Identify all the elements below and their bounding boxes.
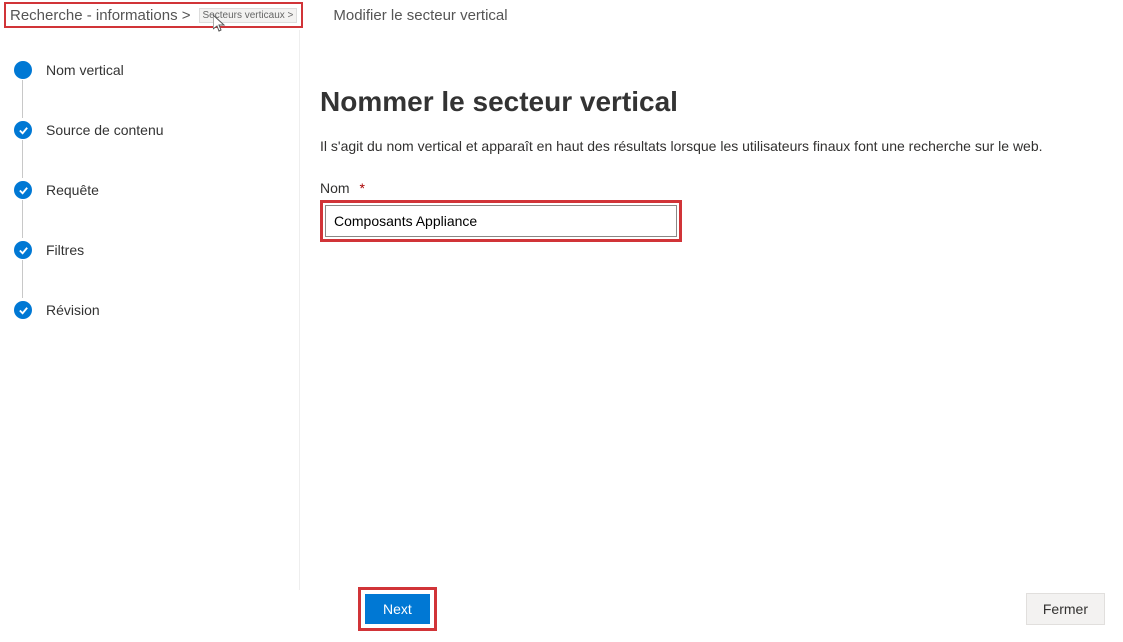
content-description: Il s'agit du nom vertical et apparaît en… — [320, 138, 1103, 154]
step-connector — [22, 140, 23, 178]
step-dot-current-icon — [14, 61, 32, 79]
required-marker: * — [359, 180, 364, 196]
next-button-highlight: Next — [358, 587, 437, 631]
step-connector — [22, 80, 23, 118]
name-input[interactable] — [325, 205, 677, 237]
footer: Next Fermer — [0, 580, 1123, 636]
step-filtres[interactable]: Filtres — [14, 238, 285, 262]
step-nom-vertical[interactable]: Nom vertical — [14, 58, 285, 82]
step-dot-check-icon — [14, 181, 32, 199]
page-title: Modifier le secteur vertical — [333, 7, 507, 24]
breadcrumb: Recherche - informations > Secteurs vert… — [0, 0, 1123, 30]
wizard-steps: Nom vertical Source de contenu Requête F… — [0, 30, 300, 590]
step-source-contenu[interactable]: Source de contenu — [14, 118, 285, 142]
step-dot-check-icon — [14, 301, 32, 319]
step-connector — [22, 200, 23, 238]
step-revision[interactable]: Révision — [14, 298, 285, 322]
content-panel: Nommer le secteur vertical Il s'agit du … — [300, 30, 1123, 590]
step-label: Filtres — [46, 242, 84, 258]
step-label: Source de contenu — [46, 122, 164, 138]
step-label: Nom vertical — [46, 62, 124, 78]
step-label: Requête — [46, 182, 99, 198]
step-connector — [22, 260, 23, 298]
close-button[interactable]: Fermer — [1026, 593, 1105, 625]
breadcrumb-item-search-info[interactable]: Recherche - informations > — [10, 7, 191, 24]
step-requete[interactable]: Requête — [14, 178, 285, 202]
step-label: Révision — [46, 302, 100, 318]
step-dot-check-icon — [14, 121, 32, 139]
breadcrumb-item-verticals[interactable]: Secteurs verticaux > — [199, 8, 298, 23]
breadcrumb-highlight: Recherche - informations > Secteurs vert… — [4, 2, 303, 28]
name-input-highlight — [320, 200, 682, 242]
name-field-label: Nom * — [320, 180, 1103, 196]
next-button[interactable]: Next — [365, 594, 430, 624]
name-label-text: Nom — [320, 180, 350, 196]
step-dot-check-icon — [14, 241, 32, 259]
content-heading: Nommer le secteur vertical — [320, 86, 1103, 118]
